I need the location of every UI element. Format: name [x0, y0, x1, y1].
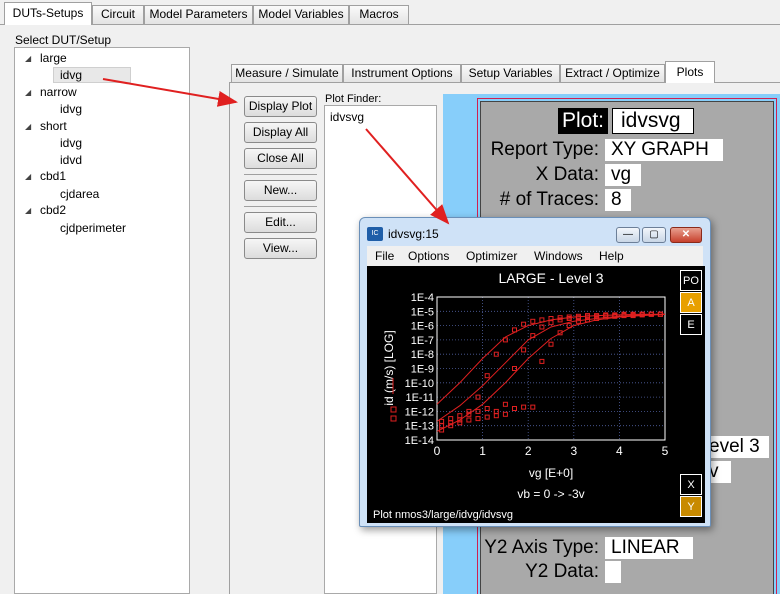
- arrow-to-plot-window: [365, 128, 450, 225]
- annotation-arrows: [102, 78, 450, 225]
- arrow-to-display-plot: [102, 78, 238, 107]
- tab-duts-setups[interactable]: DUTs-Setups: [4, 2, 92, 25]
- tab-plots[interactable]: Plots: [665, 61, 715, 83]
